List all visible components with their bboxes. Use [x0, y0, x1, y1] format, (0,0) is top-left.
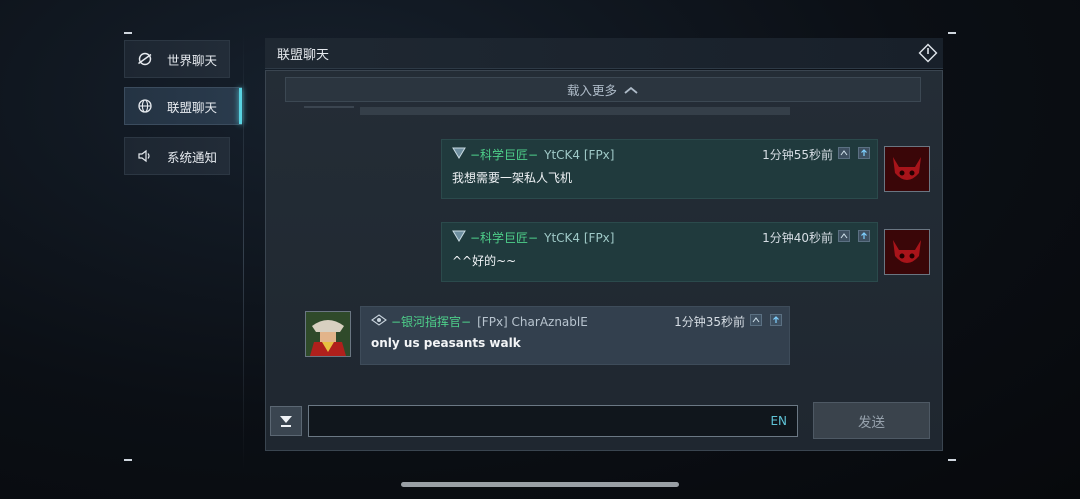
rank-badge-icon: [371, 314, 387, 329]
previous-message-fragment: [304, 106, 354, 108]
chat-message: −科学巨匠− YtCK4 [FPx] 1分钟55秒前 我想需要一架私人飞机: [441, 139, 878, 199]
report-icon[interactable]: [770, 314, 782, 326]
message-time: 1分钟35秒前: [674, 315, 745, 329]
globe-icon: [137, 98, 153, 114]
sender-rank: −银河指挥官−: [391, 315, 472, 329]
report-icon[interactable]: [858, 147, 870, 159]
chat-panel[interactable]: 载入更多 −科学巨匠− YtCK4 [FPx] 1分钟55秒前 我想需要一架私人…: [265, 70, 943, 451]
page-title: 联盟聊天: [277, 47, 330, 63]
corner-mark: [124, 32, 132, 34]
red-cat-avatar[interactable]: [884, 146, 930, 192]
exit-icon[interactable]: [917, 42, 939, 64]
message-time: 1分钟40秒前: [762, 231, 833, 245]
language-toggle[interactable]: EN: [770, 414, 787, 428]
previous-message-fragment: [360, 107, 790, 115]
tab-alliance-chat[interactable]: 联盟聊天: [124, 87, 242, 125]
translate-icon[interactable]: [750, 314, 762, 326]
tab-label: 联盟聊天: [167, 99, 218, 115]
corner-mark: [948, 32, 956, 34]
translate-icon[interactable]: [838, 230, 850, 242]
world-chat-icon: [137, 51, 153, 67]
load-more-label: 载入更多: [566, 83, 617, 98]
sender-rank: −科学巨匠−: [470, 231, 539, 245]
tab-system-notice[interactable]: 系统通知: [124, 137, 230, 175]
message-time: 1分钟55秒前: [762, 148, 833, 162]
sender-name[interactable]: YtCK4 [FPx]: [544, 231, 614, 245]
translate-icon[interactable]: [838, 147, 850, 159]
chevron-up-icon: [623, 85, 639, 95]
panel-divider: [243, 32, 244, 472]
speaker-icon: [137, 148, 153, 164]
chat-header: 联盟聊天: [265, 38, 943, 69]
tab-world-chat[interactable]: 世界聊天: [124, 40, 230, 78]
send-button[interactable]: 发送: [813, 402, 930, 439]
corner-mark: [948, 459, 956, 461]
message-text: 我想需要一架私人飞机: [452, 171, 573, 185]
rank-badge-icon: [452, 230, 466, 245]
send-label: 发送: [858, 414, 885, 431]
emoji-toggle-button[interactable]: [270, 406, 302, 436]
tab-label: 世界聊天: [167, 52, 218, 68]
message-text: only us peasants walk: [371, 336, 521, 350]
sender-name[interactable]: [FPx] CharAznablE: [477, 315, 588, 329]
chat-input[interactable]: EN: [308, 405, 798, 437]
sender-rank: −科学巨匠−: [470, 148, 539, 162]
tab-label: 系统通知: [167, 149, 218, 165]
home-indicator[interactable]: [401, 482, 679, 487]
chat-message: −银河指挥官− [FPx] CharAznablE 1分钟35秒前 only u…: [360, 306, 790, 365]
message-text: ^^好的~~: [452, 254, 517, 268]
sender-name[interactable]: YtCK4 [FPx]: [544, 148, 614, 162]
corner-mark: [124, 459, 132, 461]
load-more-button[interactable]: 载入更多: [285, 77, 921, 102]
red-cat-avatar[interactable]: [884, 229, 930, 275]
commander-avatar[interactable]: [305, 311, 351, 357]
report-icon[interactable]: [858, 230, 870, 242]
rank-badge-icon: [452, 147, 466, 162]
chat-message: −科学巨匠− YtCK4 [FPx] 1分钟40秒前 ^^好的~~: [441, 222, 878, 282]
